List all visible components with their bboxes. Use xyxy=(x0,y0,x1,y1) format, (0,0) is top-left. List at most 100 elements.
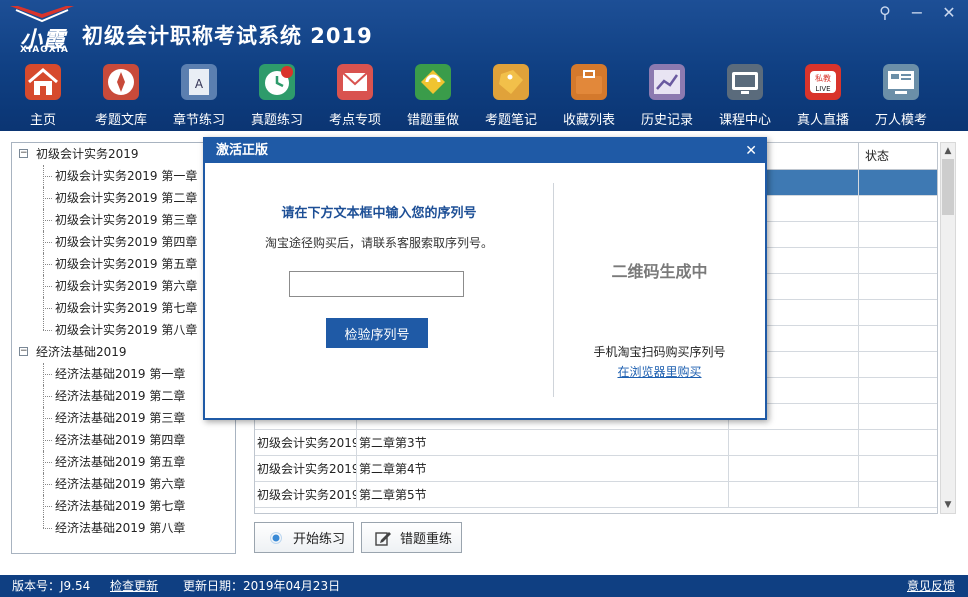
collapse-icon[interactable]: − xyxy=(19,347,28,356)
dot-icon xyxy=(267,529,285,547)
tree-node-chapter[interactable]: 初级会计实务2019 第四章 xyxy=(12,231,235,253)
wrong-redo-label: 错题重练 xyxy=(400,532,453,547)
tree-node-chapter[interactable]: 初级会计实务2019 第六章 xyxy=(12,275,235,297)
tree-node-chapter[interactable]: 经济法基础2019 第七章 xyxy=(12,495,235,517)
table-cell xyxy=(859,456,937,482)
toolbar-item-8[interactable]: 历史记录 xyxy=(628,62,706,128)
window-controls: ⚲ − ✕ xyxy=(876,4,958,22)
book-icon: A xyxy=(181,64,217,100)
toolbar-item-0[interactable]: 主页 xyxy=(4,62,82,128)
dialog-close-icon[interactable]: ✕ xyxy=(745,139,757,163)
feedback-link[interactable]: 意见反馈 xyxy=(907,575,955,597)
scan-instruction-text: 手机淘宝扫码购买序列号 xyxy=(593,345,726,359)
toolbar-item-label: 主页 xyxy=(29,113,56,128)
tree-node-chapter[interactable]: 经济法基础2019 第二章 xyxy=(12,385,235,407)
mail-icon xyxy=(337,64,373,100)
qr-status-text: 二维码生成中 xyxy=(611,262,708,281)
toolbar-item-label: 错题重做 xyxy=(406,113,459,128)
wrong-redo-button[interactable]: 错题重练 xyxy=(361,522,462,553)
table-row[interactable]: 初级会计实务2019 第二章第4节 xyxy=(255,456,937,482)
serial-number-input[interactable] xyxy=(289,271,464,297)
dialog-title: 激活正版 xyxy=(205,139,765,163)
toolbar-item-6[interactable]: 考题笔记 xyxy=(472,62,550,128)
tree-node-chapter[interactable]: 初级会计实务2019 第三章 xyxy=(12,209,235,231)
verify-serial-button[interactable]: 检验序列号 xyxy=(326,318,428,348)
toolbar-item-label: 万人模考 xyxy=(874,113,927,128)
table-cell xyxy=(859,378,937,404)
chart-icon xyxy=(649,64,685,100)
serial-instruction-hint: 淘宝途径购买后，请联系客服索取序列号。 xyxy=(264,236,493,250)
serial-instruction-heading: 请在下方文本框中输入您的序列号 xyxy=(281,206,477,221)
tree-node-chapter[interactable]: 经济法基础2019 第六章 xyxy=(12,473,235,495)
toolbar-item-label: 真题练习 xyxy=(250,113,303,128)
update-date-text: 更新日期：2019年04月23日 xyxy=(183,579,341,593)
table-cell: 初级会计实务2019 xyxy=(255,456,357,482)
tree-node-chapter[interactable]: 初级会计实务2019 第八章 xyxy=(12,319,235,341)
tree-node-chapter[interactable]: 初级会计实务2019 第一章 xyxy=(12,165,235,187)
toolbar-item-4[interactable]: 考点专项 xyxy=(316,62,394,128)
compass-icon xyxy=(103,64,139,100)
home-icon xyxy=(25,64,61,100)
table-cell xyxy=(859,404,937,430)
table-cell xyxy=(729,482,859,508)
tree-node-chapter[interactable]: 初级会计实务2019 第七章 xyxy=(12,297,235,319)
toolbar-item-9[interactable]: 课程中心 xyxy=(706,62,784,128)
main-toolbar: 主页 考题文库 A 章节练习 真题练习 考点专项 错题重做 考题笔记 收藏列表 历史记录 课程中心私… xyxy=(4,62,940,128)
tree-node-chapter[interactable]: 经济法基础2019 第三章 xyxy=(12,407,235,429)
tv-icon xyxy=(727,64,763,100)
toolbar-item-1[interactable]: 考题文库 xyxy=(82,62,160,128)
clock-icon xyxy=(259,64,295,100)
version-text: 版本号：J9.54 xyxy=(12,579,91,593)
tree-node-label: 经济法基础2019 xyxy=(36,345,127,359)
toolbar-item-10[interactable]: 私教 LIVE 真人直播 xyxy=(784,62,862,128)
toolbar-item-label: 真人直播 xyxy=(796,113,849,128)
tree-node-chapter[interactable]: 经济法基础2019 第八章 xyxy=(12,517,235,539)
table-scrollbar[interactable]: ▲ ▼ xyxy=(940,142,956,514)
toolbar-item-7[interactable]: 收藏列表 xyxy=(550,62,628,128)
toolbar-item-11[interactable]: 万人模考 xyxy=(862,62,940,128)
start-practice-label: 开始练习 xyxy=(293,532,346,547)
scroll-up-icon[interactable]: ▲ xyxy=(941,143,955,159)
start-practice-button[interactable]: 开始练习 xyxy=(254,522,354,553)
table-row[interactable]: 初级会计实务2019 第二章第5节 xyxy=(255,482,937,508)
tree-node-subject[interactable]: − 经济法基础2019 xyxy=(12,341,235,363)
check-update-link[interactable]: 检查更新 xyxy=(110,575,158,597)
tree-node-subject[interactable]: − 初级会计实务2019 xyxy=(12,143,235,165)
svg-text:LIVE: LIVE xyxy=(815,85,830,93)
table-cell xyxy=(859,326,937,352)
minimize-icon[interactable]: − xyxy=(908,4,926,22)
search-icon[interactable]: ⚲ xyxy=(876,4,894,22)
scroll-thumb[interactable] xyxy=(942,159,954,215)
svg-text:私教: 私教 xyxy=(815,73,831,83)
tree-node-chapter[interactable]: 经济法基础2019 第四章 xyxy=(12,429,235,451)
toolbar-item-label: 考点专项 xyxy=(328,113,381,128)
close-icon[interactable]: ✕ xyxy=(940,4,958,22)
tree-node-chapter[interactable]: 初级会计实务2019 第五章 xyxy=(12,253,235,275)
tag-icon xyxy=(493,64,529,100)
table-cell xyxy=(729,430,859,456)
tree-node-chapter[interactable]: 经济法基础2019 第一章 xyxy=(12,363,235,385)
toolbar-item-2[interactable]: A 章节练习 xyxy=(160,62,238,128)
tree-node-chapter[interactable]: 初级会计实务2019 第二章 xyxy=(12,187,235,209)
browser-buy-link[interactable]: 在浏览器里购买 xyxy=(554,363,765,380)
column-header-status[interactable]: 状态 xyxy=(859,143,937,170)
table-cell: 初级会计实务2019 xyxy=(255,430,357,456)
edit-icon xyxy=(374,529,392,547)
table-cell xyxy=(859,300,937,326)
briefcase-icon xyxy=(571,64,607,100)
tree-node-label: 初级会计实务2019 xyxy=(36,147,139,161)
scroll-down-icon[interactable]: ▼ xyxy=(941,497,955,513)
table-row[interactable]: 初级会计实务2019 第二章第3节 xyxy=(255,430,937,456)
table-cell: 第二章第5节 xyxy=(357,482,729,508)
refresh-icon xyxy=(415,64,451,100)
table-cell xyxy=(859,430,937,456)
toolbar-item-5[interactable]: 错题重做 xyxy=(394,62,472,128)
table-cell xyxy=(859,170,937,196)
tree-node-chapter[interactable]: 经济法基础2019 第五章 xyxy=(12,451,235,473)
table-cell xyxy=(859,248,937,274)
live-icon: 私教 LIVE xyxy=(805,64,841,100)
collapse-icon[interactable]: − xyxy=(19,149,28,158)
logo-english-text: XIAOXIA xyxy=(20,45,69,55)
table-cell: 第二章第3节 xyxy=(357,430,729,456)
toolbar-item-3[interactable]: 真题练习 xyxy=(238,62,316,128)
